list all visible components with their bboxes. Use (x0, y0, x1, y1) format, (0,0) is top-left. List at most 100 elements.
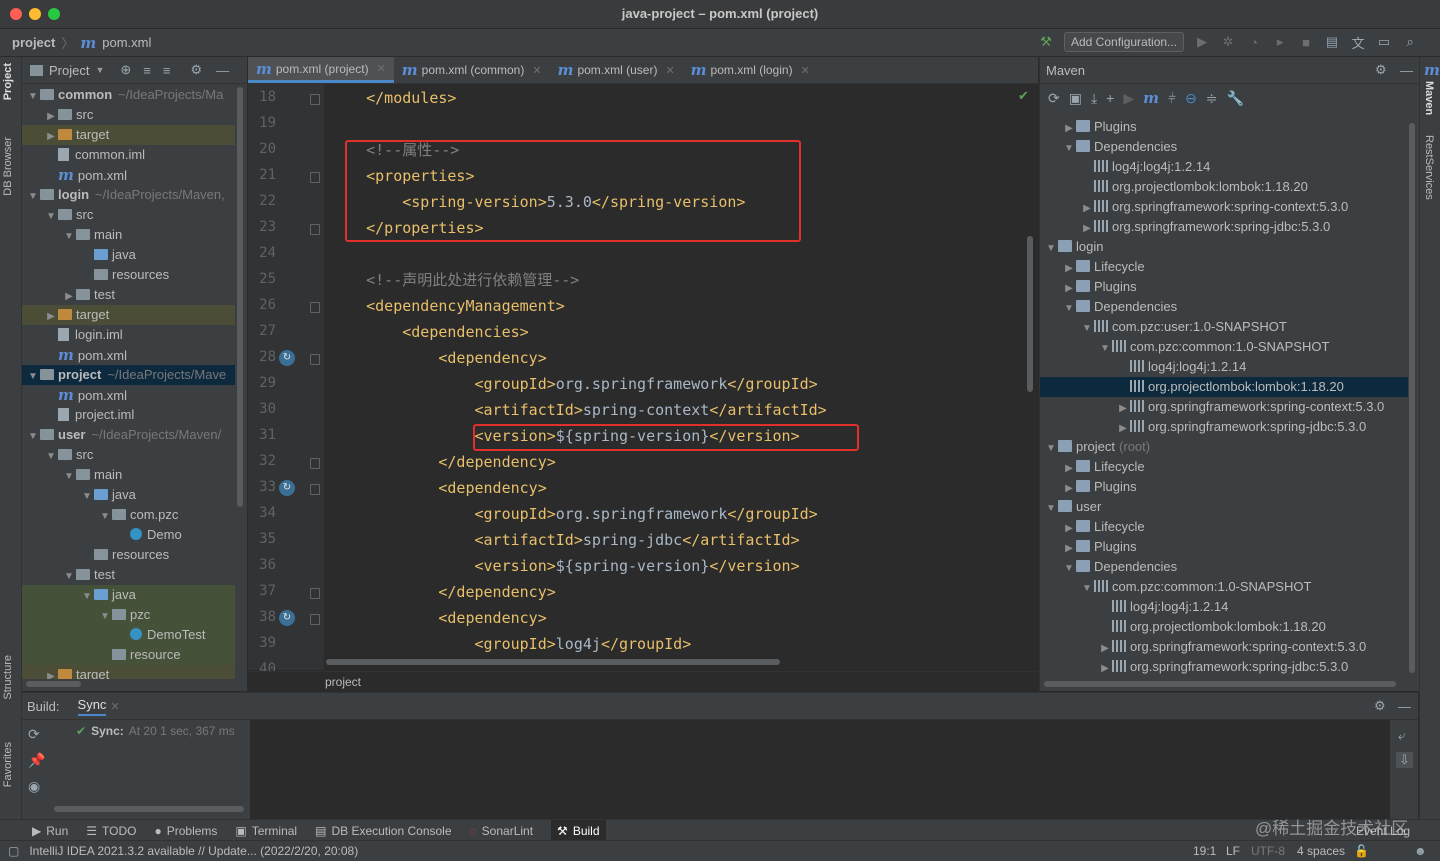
chevron-right-icon[interactable]: ▶ (1062, 279, 1076, 299)
maven-vertical-scrollbar[interactable] (1409, 123, 1415, 673)
build-hammer-icon[interactable]: ⚒ (1038, 34, 1054, 50)
maven-horizontal-scrollbar[interactable] (1044, 681, 1396, 687)
tab-pom-user[interactable]: m pom.xml (user) ✕ (550, 57, 683, 83)
download-icon[interactable]: ⤓ (1091, 90, 1097, 107)
tool-sonarlint[interactable]: ◌ SonarLint (470, 824, 534, 838)
chevron-down-icon[interactable]: ▼ (1098, 339, 1112, 359)
project-tree-item[interactable]: m pom.xml (22, 165, 235, 185)
chevron-down-icon[interactable]: ▼ (26, 87, 40, 107)
project-tree-item[interactable]: ▶ src (22, 105, 235, 125)
chevron-down-icon[interactable]: ▼ (1062, 559, 1076, 579)
project-tree-item[interactable]: ▼ com.pzc (22, 505, 235, 525)
hide-panel-icon[interactable]: — (216, 63, 229, 78)
maven-tree-item[interactable]: ▼ login (1040, 237, 1408, 257)
toggle-offline-icon[interactable]: ⫩ (1168, 90, 1176, 107)
project-tree-item[interactable]: ▼ main (22, 465, 235, 485)
maven-tree-item[interactable]: ▼ Dependencies (1040, 297, 1408, 317)
maven-tree-item[interactable]: log4j:log4j:1.2.14 (1040, 357, 1408, 377)
project-tree-item[interactable]: ▼ src (22, 445, 235, 465)
add-icon[interactable]: + (1106, 90, 1114, 106)
tool-problems[interactable]: ● Problems (154, 824, 217, 838)
project-vertical-scrollbar[interactable] (237, 87, 243, 507)
chevron-right-icon[interactable]: ▶ (1080, 219, 1094, 239)
chevron-down-icon[interactable]: ▼ (62, 467, 76, 487)
chevron-right-icon[interactable]: ▶ (44, 307, 58, 327)
maven-tree-item[interactable]: ▼ com.pzc:user:1.0-SNAPSHOT (1040, 317, 1408, 337)
project-tree-item[interactable]: m pom.xml (22, 385, 235, 405)
chevron-right-icon[interactable]: ▶ (1062, 119, 1076, 139)
profile-icon[interactable]: ▸ (1272, 34, 1288, 50)
fold-marker-icon[interactable] (310, 588, 320, 599)
project-tree-item[interactable]: ▼ test (22, 565, 235, 585)
maven-tree-item[interactable]: ▶ org.springframework:spring-context:5.3.… (1040, 397, 1408, 417)
soft-wrap-icon[interactable]: ⤶ (1398, 728, 1405, 744)
fold-marker-icon[interactable] (310, 614, 320, 625)
maven-tree-item[interactable]: ▶ Lifecycle (1040, 517, 1408, 537)
chevron-right-icon[interactable]: ▶ (1098, 659, 1112, 679)
sync-row[interactable]: ✔ Sync: At 20 1 sec, 367 ms (52, 720, 250, 742)
line-separator[interactable]: LF (1226, 844, 1240, 858)
tab-sync[interactable]: Sync (77, 697, 107, 716)
close-tab-icon[interactable]: ✕ (532, 64, 541, 77)
eye-icon[interactable]: ◉ (28, 778, 40, 795)
search-icon[interactable]: ⌕ (1402, 34, 1418, 50)
project-structure-icon[interactable]: ▤ (1324, 34, 1340, 50)
editor-breadcrumb-label[interactable]: project (248, 675, 361, 689)
pin-icon[interactable]: 📌 (28, 752, 45, 769)
fold-marker-icon[interactable] (310, 302, 320, 313)
project-tree-item[interactable]: resource (22, 645, 235, 665)
tab-structure[interactable]: Structure (2, 655, 14, 700)
maven-tree-item[interactable]: org.projectlombok:lombok:1.18.20 (1040, 177, 1408, 197)
chevron-down-icon[interactable]: ▼ (80, 487, 94, 507)
maven-tree-item[interactable]: ▶ Plugins (1040, 277, 1408, 297)
gear-icon[interactable]: ⚙ (190, 62, 202, 78)
fold-marker-icon[interactable] (310, 224, 320, 235)
project-tree-item[interactable]: m pom.xml (22, 345, 235, 365)
hide-panel-icon[interactable]: — (1398, 699, 1411, 714)
project-tree-item[interactable]: ▶ target (22, 125, 235, 145)
maven-tree-item[interactable]: ▼ Dependencies (1040, 557, 1408, 577)
maven-tree-item[interactable]: ▶ Lifecycle (1040, 257, 1408, 277)
run-icon[interactable]: ▶ (1194, 34, 1210, 50)
maven-tree-item[interactable]: ▼ com.pzc:common:1.0-SNAPSHOT (1040, 337, 1408, 357)
chevron-right-icon[interactable]: ▶ (1098, 639, 1112, 659)
chevron-down-icon[interactable]: ▼ (1044, 499, 1058, 519)
maven-tree-item[interactable]: org.projectlombok:lombok:1.18.20 (1040, 617, 1408, 637)
add-project-folder-icon[interactable]: ▣ (1069, 90, 1082, 107)
tool-todo[interactable]: ☰ TODO (86, 824, 136, 838)
chevron-down-icon[interactable]: ▼ (1062, 299, 1076, 319)
git-icon[interactable]: ☻ (1414, 844, 1427, 858)
execute-goal-icon[interactable]: m (1143, 89, 1159, 107)
collapse-all-icon[interactable]: ≡ (163, 63, 171, 78)
project-tree-item[interactable]: ▼ java (22, 585, 235, 605)
maven-tree-item[interactable]: ▼ Dependencies (1040, 137, 1408, 157)
project-horizontal-scrollbar[interactable] (26, 681, 81, 687)
project-tree-item[interactable]: java (22, 245, 235, 265)
file-encoding[interactable]: UTF-8 (1251, 844, 1285, 858)
chevron-down-icon[interactable]: ▼ (95, 65, 104, 75)
editor-vertical-scrollbar[interactable] (1027, 236, 1033, 392)
chevron-down-icon[interactable]: ▼ (26, 187, 40, 207)
maven-tree-item[interactable]: ▶ org.springframework:spring-context:5.3.… (1040, 637, 1408, 657)
project-tree-item[interactable]: common.iml (22, 145, 235, 165)
close-window-button[interactable] (10, 8, 22, 20)
tab-restservices[interactable]: RestServices (1423, 135, 1435, 200)
collapse-all-icon[interactable]: ≑ (1206, 90, 1218, 107)
gear-icon[interactable]: ⚙ (1374, 698, 1386, 714)
fold-marker-icon[interactable] (310, 94, 320, 105)
editor-horizontal-scrollbar[interactable] (326, 659, 780, 665)
chevron-right-icon[interactable]: ▶ (44, 667, 58, 679)
maven-tree-item[interactable]: ▶ Plugins (1040, 117, 1408, 137)
chevron-down-icon[interactable]: ▼ (62, 227, 76, 247)
breadcrumb-project[interactable]: project (12, 35, 55, 50)
caret-position[interactable]: 19:1 (1193, 844, 1216, 858)
maven-tree-item[interactable]: ▶ Lifecycle (1040, 457, 1408, 477)
scroll-to-end-icon[interactable]: ⇩ (1396, 752, 1413, 768)
chevron-down-icon[interactable]: ▼ (62, 567, 76, 587)
chevron-down-icon[interactable]: ▼ (44, 447, 58, 467)
maven-tree-item[interactable]: ▶ Plugins (1040, 477, 1408, 497)
project-tree-item[interactable]: ▼ main (22, 225, 235, 245)
breadcrumb-file[interactable]: pom.xml (102, 35, 151, 50)
maven-tree-item[interactable]: log4j:log4j:1.2.14 (1040, 597, 1408, 617)
project-view-selector[interactable]: Project (49, 63, 89, 78)
